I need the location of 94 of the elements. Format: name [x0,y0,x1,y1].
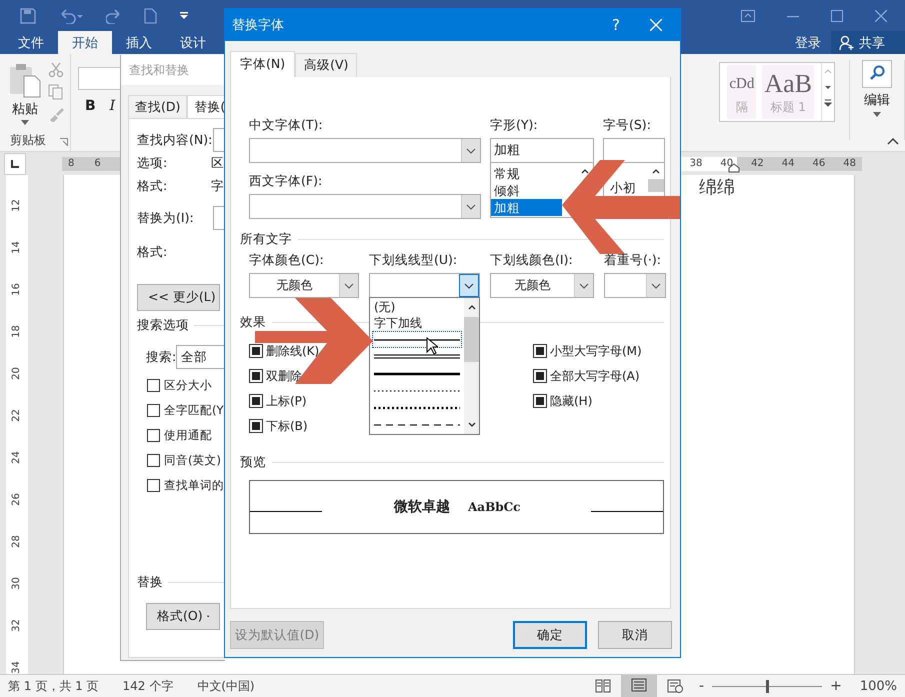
less-button[interactable]: << 更少(L) [137,284,220,311]
ruler-number: 20 [10,367,22,380]
format-value: 字 [211,178,224,194]
field-label: 格式: [137,178,168,194]
field-label: 选项: [137,154,168,172]
checkbox-option[interactable]: 查找单词的 [137,473,224,498]
word-count[interactable]: 142 个字 [122,678,174,694]
ruler-number: 18 [10,325,22,338]
font-style-option[interactable]: 倾斜 [491,182,562,199]
effect-checkbox[interactable]: 全部大写字母(A) [533,368,640,384]
effect-checkbox[interactable]: 下标(B) [249,418,308,434]
italic-button[interactable]: I [110,98,116,114]
field-label: 西文字体(F): [249,173,324,189]
effect-checkbox[interactable]: 删除线(K) [249,343,320,359]
ruler-number: 8 [68,158,74,170]
page-count[interactable]: 第 1 页，共 1 页 [8,678,99,694]
style-item[interactable]: cDd 隔 [727,65,756,120]
checkbox-option[interactable]: 同音(英文) [137,448,224,473]
options-value: 区 [211,154,224,172]
zoom-level[interactable]: 100% [860,678,897,694]
cancel-button[interactable]: 取消 [598,621,672,649]
zoom-in-button[interactable]: + [828,678,844,694]
ok-button[interactable]: 确定 [513,621,587,649]
underline-option[interactable]: (无) [372,299,462,315]
ribbon-tab[interactable]: 设计 [166,31,220,54]
field-label: 着重号(·): [604,252,662,268]
section-heading: 效果 [240,314,266,331]
ruler-number: 32 [10,619,22,632]
field-label: 下划线颜色(I): [490,252,574,268]
sign-in-link[interactable]: 登录 [785,31,831,54]
checkbox-option[interactable]: 区分大小 [137,373,224,398]
format-dropdown-button[interactable]: 格式(O) [146,603,220,630]
ruler-number: 6 [94,158,101,170]
checkbox-option[interactable]: 使用通配 [137,423,224,448]
effect-checkbox[interactable]: 上标(P) [249,393,307,409]
preview-text: 微软卓越 [394,498,450,516]
ruler-number: 44 [782,158,795,170]
section-heading: 搜索选项 [137,317,189,334]
share-button[interactable]: 共享 [831,31,905,54]
ruler-number: 46 [812,158,826,170]
font-style-option[interactable]: 常规 [491,165,562,182]
help-button[interactable]: ? [612,16,620,34]
section-heading: 替换 [137,574,163,591]
dialog-title: 替换字体 [232,17,284,34]
field-label: 下划线线型(U): [369,252,458,268]
ruler-number: 48 [843,158,856,170]
ribbon-tab[interactable]: 开始 [58,31,112,54]
ribbon-tab[interactable]: 文件 [4,31,58,54]
effect-checkbox[interactable]: 双删除 [249,368,302,384]
underline-color-combo[interactable]: 无颜色 [490,273,594,298]
style-item[interactable]: AaB 标题 1 [762,65,814,120]
ruler-number: 24 [10,451,22,464]
ruler-number: 40 [720,158,734,170]
field-label: 替换为(I): [137,210,195,226]
field-label: 中文字体(T): [249,117,324,133]
effect-checkbox[interactable]: 隐藏(H) [533,393,592,409]
editing-button[interactable]: 编辑 [849,60,905,140]
font-style-field[interactable]: 加粗 [490,138,594,163]
dialog-tab[interactable]: 字体(N) [230,51,296,77]
ruler-number: 30 [10,577,22,590]
ruler-number: 38 [690,158,702,170]
section-heading: 预览 [240,454,266,471]
font-color-combo[interactable]: 无颜色 [249,273,359,298]
field-label: 搜索: [146,348,176,366]
field-label: 查找内容(N): [137,132,214,148]
ruler-number: 42 [751,158,764,170]
paste-button[interactable]: 粘贴 [8,62,42,126]
bold-button[interactable]: B [85,98,96,114]
dialog-title: 查找和替换 [129,63,189,77]
checkbox-option[interactable]: 全字匹配(Y [137,398,224,423]
font-size-option[interactable]: 小初 [604,180,648,195]
effect-checkbox[interactable]: 小型大写字母(M) [533,343,642,359]
field-label: 格式: [137,244,168,260]
ruler-number: 14 [10,241,22,254]
ribbon-tab[interactable]: 插入 [112,31,166,54]
section-heading: 所有文字 [240,231,292,248]
dialog-tab[interactable]: 查找(D) [128,95,188,118]
ruler-number: 26 [10,493,22,506]
group-label: 剪贴板 [10,132,46,150]
ruler-number: 12 [10,199,22,212]
dialog-tab[interactable]: 替换( [187,95,225,118]
font-style-option[interactable]: 加粗 [491,199,562,216]
field-label: 字体颜色(C): [249,252,325,268]
language-indicator[interactable]: 中文(中国) [197,678,255,694]
ruler-number: 28 [10,535,22,548]
ruler-number: 22 [10,409,22,422]
field-label: 字号(S): [603,117,652,133]
underline-option[interactable]: 字下加线 [372,315,462,331]
preview-text: AaBbCc [468,500,522,514]
ruler-number: 34 [10,661,22,674]
field-label: 字形(Y): [490,117,539,133]
document-text: 绵绵 [699,176,735,199]
zoom-out-button[interactable]: - [697,678,706,694]
ruler-number: 16 [10,283,22,296]
